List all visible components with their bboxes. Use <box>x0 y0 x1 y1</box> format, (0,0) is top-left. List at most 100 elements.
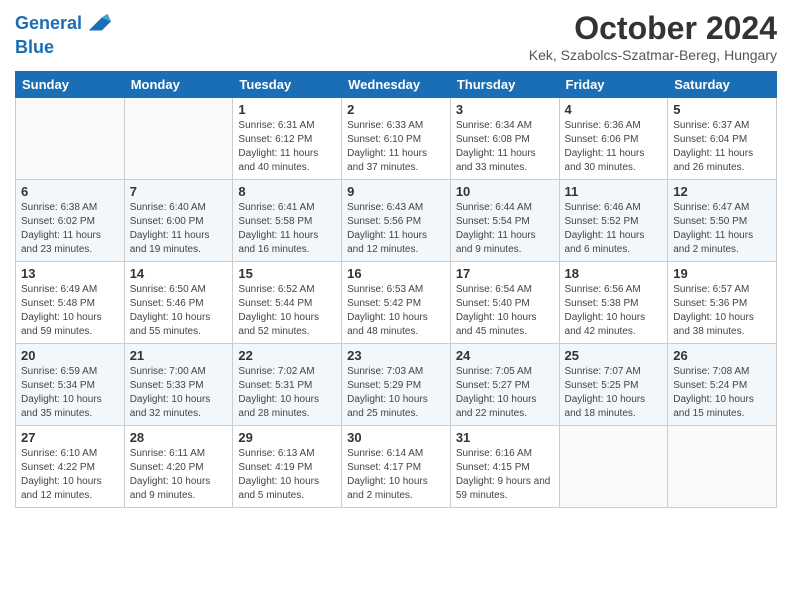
day-number: 6 <box>21 184 119 199</box>
cell-content: Sunrise: 6:49 AMSunset: 5:48 PMDaylight:… <box>21 283 119 339</box>
cell-content: Sunrise: 6:41 AMSunset: 5:58 PMDaylight:… <box>238 201 336 257</box>
day-number: 17 <box>456 266 554 281</box>
day-number: 19 <box>673 266 771 281</box>
day-header-sunday: Sunday <box>16 72 125 98</box>
cell-content: Sunrise: 6:11 AMSunset: 4:20 PMDaylight:… <box>130 447 228 503</box>
calendar-cell: 16 Sunrise: 6:53 AMSunset: 5:42 PMDayligh… <box>342 262 451 344</box>
calendar-cell: 1 Sunrise: 6:31 AMSunset: 6:12 PMDaylight… <box>233 98 342 180</box>
week-row-1: 1 Sunrise: 6:31 AMSunset: 6:12 PMDaylight… <box>16 98 777 180</box>
calendar-cell: 24Sunrise: 7:05 AMSunset: 5:27 PMDayligh… <box>450 344 559 426</box>
title-block: October 2024 Kek, Szabolcs-Szatmar-Bereg… <box>529 10 777 63</box>
cell-content: Sunrise: 6:47 AMSunset: 5:50 PMDaylight:… <box>673 201 771 257</box>
day-number: 9 <box>347 184 445 199</box>
calendar-cell: 12 Sunrise: 6:47 AMSunset: 5:50 PMDayligh… <box>668 180 777 262</box>
cell-content: Sunrise: 6:37 AMSunset: 6:04 PMDaylight:… <box>673 119 771 175</box>
week-row-5: 27 Sunrise: 6:10 AMSunset: 4:22 PMDayligh… <box>16 426 777 508</box>
calendar-cell: 25Sunrise: 7:07 AMSunset: 5:25 PMDayligh… <box>559 344 668 426</box>
cell-content: Sunrise: 6:46 AMSunset: 5:52 PMDaylight:… <box>565 201 663 257</box>
calendar-cell: 5 Sunrise: 6:37 AMSunset: 6:04 PMDaylight… <box>668 98 777 180</box>
header-row: SundayMondayTuesdayWednesdayThursdayFrid… <box>16 72 777 98</box>
calendar-cell: 8 Sunrise: 6:41 AMSunset: 5:58 PMDaylight… <box>233 180 342 262</box>
calendar-cell <box>16 98 125 180</box>
page: General Blue October 2024 Kek, Szabolcs-… <box>0 0 792 518</box>
calendar-cell: 20Sunrise: 6:59 AMSunset: 5:34 PMDayligh… <box>16 344 125 426</box>
day-number: 10 <box>456 184 554 199</box>
calendar-cell: 9Sunrise: 6:43 AMSunset: 5:56 PMDaylight… <box>342 180 451 262</box>
cell-content: Sunrise: 6:38 AMSunset: 6:02 PMDaylight:… <box>21 201 119 257</box>
day-number: 27 <box>21 430 119 445</box>
day-header-tuesday: Tuesday <box>233 72 342 98</box>
cell-content: Sunrise: 6:52 AMSunset: 5:44 PMDaylight:… <box>238 283 336 339</box>
cell-content: Sunrise: 6:33 AMSunset: 6:10 PMDaylight:… <box>347 119 445 175</box>
day-number: 12 <box>673 184 771 199</box>
calendar-cell: 27 Sunrise: 6:10 AMSunset: 4:22 PMDayligh… <box>16 426 125 508</box>
day-number: 3 <box>456 102 554 117</box>
day-number: 25 <box>565 348 663 363</box>
day-number: 26 <box>673 348 771 363</box>
calendar-cell: 13 Sunrise: 6:49 AMSunset: 5:48 PMDayligh… <box>16 262 125 344</box>
cell-content: Sunrise: 6:31 AMSunset: 6:12 PMDaylight:… <box>238 119 336 175</box>
cell-content: Sunrise: 6:34 AMSunset: 6:08 PMDaylight:… <box>456 119 554 175</box>
day-number: 31 <box>456 430 554 445</box>
calendar-cell: 23 Sunrise: 7:03 AMSunset: 5:29 PMDayligh… <box>342 344 451 426</box>
calendar-cell: 18 Sunrise: 6:56 AMSunset: 5:38 PMDayligh… <box>559 262 668 344</box>
cell-content: Sunrise: 6:14 AMSunset: 4:17 PMDaylight:… <box>347 447 445 503</box>
calendar-cell: 28 Sunrise: 6:11 AMSunset: 4:20 PMDayligh… <box>124 426 233 508</box>
cell-content: Sunrise: 6:59 AMSunset: 5:34 PMDaylight:… <box>21 365 119 421</box>
calendar-cell: 3 Sunrise: 6:34 AMSunset: 6:08 PMDaylight… <box>450 98 559 180</box>
cell-content: Sunrise: 7:02 AMSunset: 5:31 PMDaylight:… <box>238 365 336 421</box>
cell-content: Sunrise: 6:56 AMSunset: 5:38 PMDaylight:… <box>565 283 663 339</box>
calendar-cell: 31 Sunrise: 6:16 AMSunset: 4:15 PMDayligh… <box>450 426 559 508</box>
cell-content: Sunrise: 6:10 AMSunset: 4:22 PMDaylight:… <box>21 447 119 503</box>
day-number: 16 <box>347 266 445 281</box>
logo-icon <box>85 10 113 38</box>
calendar-cell <box>668 426 777 508</box>
cell-content: Sunrise: 6:16 AMSunset: 4:15 PMDaylight:… <box>456 447 554 503</box>
day-number: 22 <box>238 348 336 363</box>
calendar-cell: 11Sunrise: 6:46 AMSunset: 5:52 PMDayligh… <box>559 180 668 262</box>
day-number: 8 <box>238 184 336 199</box>
day-number: 18 <box>565 266 663 281</box>
calendar-table: SundayMondayTuesdayWednesdayThursdayFrid… <box>15 71 777 508</box>
calendar-cell: 10 Sunrise: 6:44 AMSunset: 5:54 PMDayligh… <box>450 180 559 262</box>
month-title: October 2024 <box>529 10 777 47</box>
header: General Blue October 2024 Kek, Szabolcs-… <box>15 10 777 63</box>
day-number: 1 <box>238 102 336 117</box>
cell-content: Sunrise: 7:03 AMSunset: 5:29 PMDaylight:… <box>347 365 445 421</box>
calendar-cell: 6 Sunrise: 6:38 AMSunset: 6:02 PMDaylight… <box>16 180 125 262</box>
cell-content: Sunrise: 6:53 AMSunset: 5:42 PMDaylight:… <box>347 283 445 339</box>
cell-content: Sunrise: 7:00 AMSunset: 5:33 PMDaylight:… <box>130 365 228 421</box>
day-number: 13 <box>21 266 119 281</box>
calendar-cell: 22 Sunrise: 7:02 AMSunset: 5:31 PMDayligh… <box>233 344 342 426</box>
calendar-cell: 7Sunrise: 6:40 AMSunset: 6:00 PMDaylight… <box>124 180 233 262</box>
day-number: 5 <box>673 102 771 117</box>
cell-content: Sunrise: 7:08 AMSunset: 5:24 PMDaylight:… <box>673 365 771 421</box>
day-number: 23 <box>347 348 445 363</box>
day-number: 28 <box>130 430 228 445</box>
day-number: 4 <box>565 102 663 117</box>
day-header-thursday: Thursday <box>450 72 559 98</box>
calendar-cell <box>124 98 233 180</box>
cell-content: Sunrise: 7:05 AMSunset: 5:27 PMDaylight:… <box>456 365 554 421</box>
week-row-2: 6 Sunrise: 6:38 AMSunset: 6:02 PMDaylight… <box>16 180 777 262</box>
calendar-cell: 26 Sunrise: 7:08 AMSunset: 5:24 PMDayligh… <box>668 344 777 426</box>
day-header-wednesday: Wednesday <box>342 72 451 98</box>
calendar-cell: 17Sunrise: 6:54 AMSunset: 5:40 PMDayligh… <box>450 262 559 344</box>
location: Kek, Szabolcs-Szatmar-Bereg, Hungary <box>529 47 777 63</box>
calendar-cell: 2Sunrise: 6:33 AMSunset: 6:10 PMDaylight… <box>342 98 451 180</box>
calendar-cell: 29Sunrise: 6:13 AMSunset: 4:19 PMDayligh… <box>233 426 342 508</box>
day-number: 30 <box>347 430 445 445</box>
day-header-saturday: Saturday <box>668 72 777 98</box>
calendar-cell <box>559 426 668 508</box>
day-header-friday: Friday <box>559 72 668 98</box>
calendar-cell: 15Sunrise: 6:52 AMSunset: 5:44 PMDayligh… <box>233 262 342 344</box>
week-row-4: 20Sunrise: 6:59 AMSunset: 5:34 PMDayligh… <box>16 344 777 426</box>
cell-content: Sunrise: 6:50 AMSunset: 5:46 PMDaylight:… <box>130 283 228 339</box>
cell-content: Sunrise: 6:40 AMSunset: 6:00 PMDaylight:… <box>130 201 228 257</box>
cell-content: Sunrise: 6:57 AMSunset: 5:36 PMDaylight:… <box>673 283 771 339</box>
day-number: 29 <box>238 430 336 445</box>
logo: General Blue <box>15 10 113 58</box>
cell-content: Sunrise: 6:44 AMSunset: 5:54 PMDaylight:… <box>456 201 554 257</box>
cell-content: Sunrise: 6:36 AMSunset: 6:06 PMDaylight:… <box>565 119 663 175</box>
day-number: 14 <box>130 266 228 281</box>
